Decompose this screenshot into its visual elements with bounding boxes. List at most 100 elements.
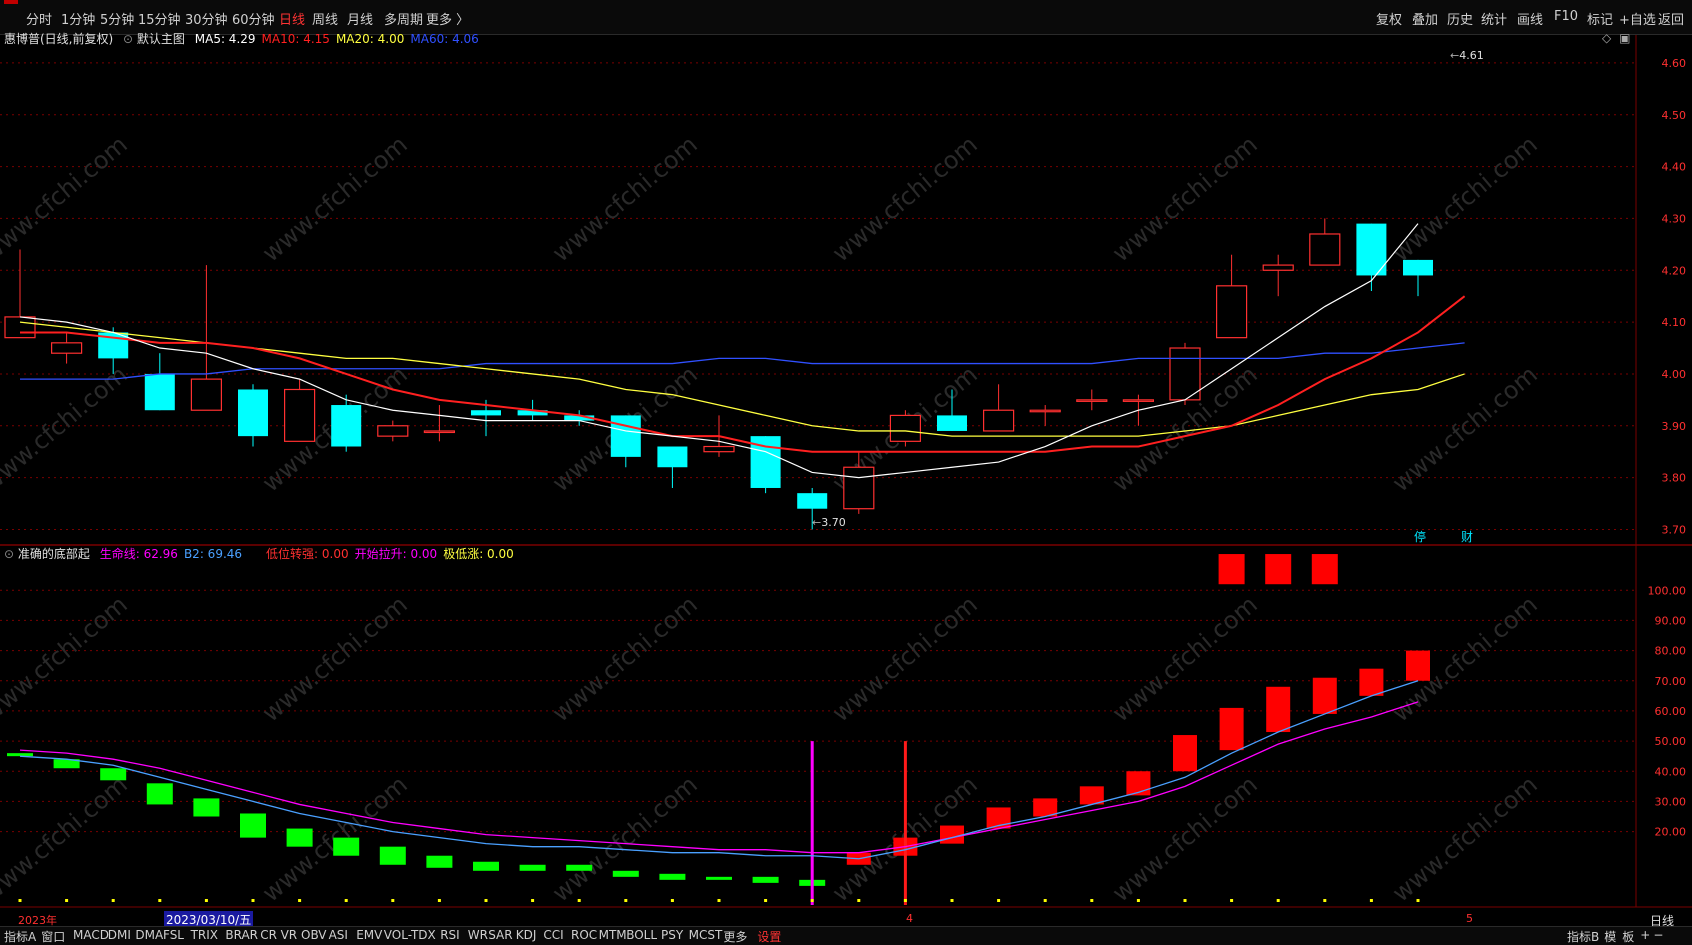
indicator-tab-6[interactable]: CR <box>260 928 277 942</box>
sub-y-tick-0: 20.00 <box>1655 826 1687 839</box>
watermark-23: www.cfchi.com <box>1387 770 1543 907</box>
tool-button-6[interactable]: 标记 <box>1587 9 1613 28</box>
tool-button-0[interactable]: 复权 <box>1376 9 1402 28</box>
period-tab-7[interactable]: 周线 <box>312 9 338 28</box>
indicator-tab-13[interactable]: WR <box>468 928 488 942</box>
main-legend: 惠博普(日线,前复权) ⊙ 默认主图 MA5: 4.29 MA10: 4.15 MA… <box>4 30 479 47</box>
indicator-tab-3[interactable]: FSL <box>163 928 184 942</box>
period-tab-0[interactable]: 分时 <box>26 9 52 28</box>
indicator-tab-8[interactable]: OBV <box>301 928 327 942</box>
signal-dot-28 <box>1323 899 1327 902</box>
bottom-left-tab-0[interactable]: 指标A <box>4 928 36 945</box>
sub-legend: ⊙ 准确的底部起 生命线: 62.96 B2: 69.46 低位转强: 0.00 开始… <box>4 545 514 562</box>
indicator-tab-16[interactable]: CCI <box>543 928 563 942</box>
indicator-tab-9[interactable]: ASI <box>329 928 348 942</box>
indicator-tab-5[interactable]: BRAR <box>225 928 258 942</box>
period-tab-3[interactable]: 15分钟 <box>138 9 181 28</box>
period-tab-6[interactable]: 日线 <box>279 9 305 28</box>
bottom-right-tab-4[interactable]: − <box>1653 928 1663 942</box>
template-name[interactable]: 默认主图 <box>137 32 185 46</box>
bottom-right-tab-1[interactable]: 模 <box>1604 928 1616 945</box>
candle-body-9 <box>423 430 455 434</box>
period-tab-2[interactable]: 5分钟 <box>100 9 134 28</box>
indicator-tab-2[interactable]: DMA <box>135 928 163 942</box>
main-y-tick-9: 4.60 <box>1662 57 1687 70</box>
signal-dot-15 <box>717 899 721 902</box>
indicator-bar-5 <box>240 813 266 838</box>
tool-button-7[interactable]: +自选 <box>1619 9 1656 28</box>
tool-button-1[interactable]: 叠加 <box>1412 9 1438 28</box>
stock-title[interactable]: 惠博普(日线,前复权) <box>4 32 113 46</box>
period-tab-8[interactable]: 月线 <box>347 9 373 28</box>
sub-y-tick-3: 50.00 <box>1655 735 1687 748</box>
signal-dot-1 <box>65 899 69 902</box>
indicator-name[interactable]: 准确的底部起 <box>18 547 90 561</box>
diamond-icon[interactable]: ◇ <box>1602 31 1611 45</box>
indicator-tab-11[interactable]: VOL-TDX <box>384 928 436 942</box>
period-tab-5[interactable]: 60分钟 <box>232 9 275 28</box>
candle-body-24 <box>1122 399 1155 402</box>
signal-dot-30 <box>1416 899 1420 902</box>
candle-body-5 <box>238 389 268 437</box>
indicator-bar-30 <box>1406 650 1430 681</box>
period-tab-1[interactable]: 1分钟 <box>61 9 95 28</box>
signal-dot-13 <box>624 899 628 902</box>
sub-y-tick-8: 100.00 <box>1648 584 1687 597</box>
indicator-tab-1[interactable]: DMI <box>108 928 131 942</box>
indicator-tab-7[interactable]: VR <box>281 928 298 942</box>
indicator-labels: 生命线: 62.96 B2: 69.46 低位转强: 0.00 开始拉升: 0.00 极… <box>94 547 514 561</box>
indicator-tab-12[interactable]: RSI <box>440 928 460 942</box>
bottom-right-tab-2[interactable]: 板 <box>1622 928 1634 945</box>
indicator-tab-10[interactable]: EMV <box>356 928 382 942</box>
tool-button-4[interactable]: 画线 <box>1517 9 1543 28</box>
indicator-tab-19[interactable]: BOLL <box>626 928 657 942</box>
chart-area[interactable]: www.cfchi.com www.cfchi.com www.cfchi.com w… <box>0 35 1692 925</box>
indicator-tab-18[interactable]: MTM <box>599 928 627 942</box>
indicator-tab-15[interactable]: KDJ <box>516 928 537 942</box>
indicator-tab-14[interactable]: SAR <box>488 928 512 942</box>
tool-button-5[interactable]: F10 <box>1554 9 1578 24</box>
signal-dot-25 <box>1183 899 1187 902</box>
indicator-bar-25 <box>1173 735 1197 772</box>
signal-dot-9 <box>437 899 441 902</box>
candle-body-14 <box>657 446 688 468</box>
indicator-toggle-icon[interactable]: ⊙ <box>4 547 14 561</box>
watermark-14: www.cfchi.com <box>547 590 703 727</box>
indicator-tab-22[interactable]: 更多 <box>723 928 747 945</box>
settings-tab[interactable]: 设置 <box>757 928 781 945</box>
watermark-1: www.cfchi.com <box>257 130 413 267</box>
signal-dot-18 <box>857 899 861 902</box>
tool-button-2[interactable]: 历史 <box>1447 9 1473 28</box>
indicator-tab-17[interactable]: ROC <box>571 928 597 942</box>
period-tab-4[interactable]: 30分钟 <box>185 9 228 28</box>
window-icon[interactable]: ▣ <box>1619 31 1630 45</box>
indicator-bar-3 <box>146 783 173 805</box>
main-y-tick-2: 3.90 <box>1662 420 1687 433</box>
y-axis-labels: 3.70 3.80 3.90 4.00 4.10 4.20 4.30 4.40 4.50 4.60… <box>1648 57 1687 839</box>
signal-dot-29 <box>1369 899 1373 902</box>
ma-label-3: MA60: 4.06 <box>410 32 479 46</box>
period-tab-9[interactable]: 多周期 <box>384 9 423 28</box>
indicator-tab-0[interactable]: MACD <box>73 928 109 942</box>
indicator-label-3: 开始拉升: 0.00 <box>354 547 438 561</box>
event-tag-finance[interactable]: 财 <box>1461 528 1473 545</box>
bottom-right-tab-0[interactable]: 指标B <box>1567 928 1599 945</box>
signal-dot-6 <box>298 899 302 902</box>
template-toggle-icon[interactable]: ⊙ <box>123 32 133 46</box>
indicator-tab-20[interactable]: PSY <box>661 928 683 942</box>
indicator-tab-21[interactable]: MCST <box>689 928 723 942</box>
menu-icon[interactable] <box>4 0 18 4</box>
bottom-right-tab-3[interactable]: + <box>1640 928 1650 942</box>
watermark-11: www.cfchi.com <box>1387 360 1543 497</box>
signal-dot-8 <box>391 899 395 902</box>
indicator-bar-2 <box>100 768 127 781</box>
period-tab-10[interactable]: 更多 〉 <box>426 9 469 28</box>
tool-button-8[interactable]: 返回 <box>1658 9 1684 28</box>
event-tag-stop[interactable]: 停 <box>1414 528 1426 545</box>
main-y-tick-6: 4.30 <box>1662 212 1687 225</box>
bottom-left-tab-1[interactable]: 窗口 <box>41 928 65 945</box>
indicator-tab-4[interactable]: TRIX <box>191 928 218 942</box>
tool-button-3[interactable]: 统计 <box>1481 9 1507 28</box>
signal-dot-4 <box>204 899 208 902</box>
candle-body-6 <box>284 388 316 442</box>
